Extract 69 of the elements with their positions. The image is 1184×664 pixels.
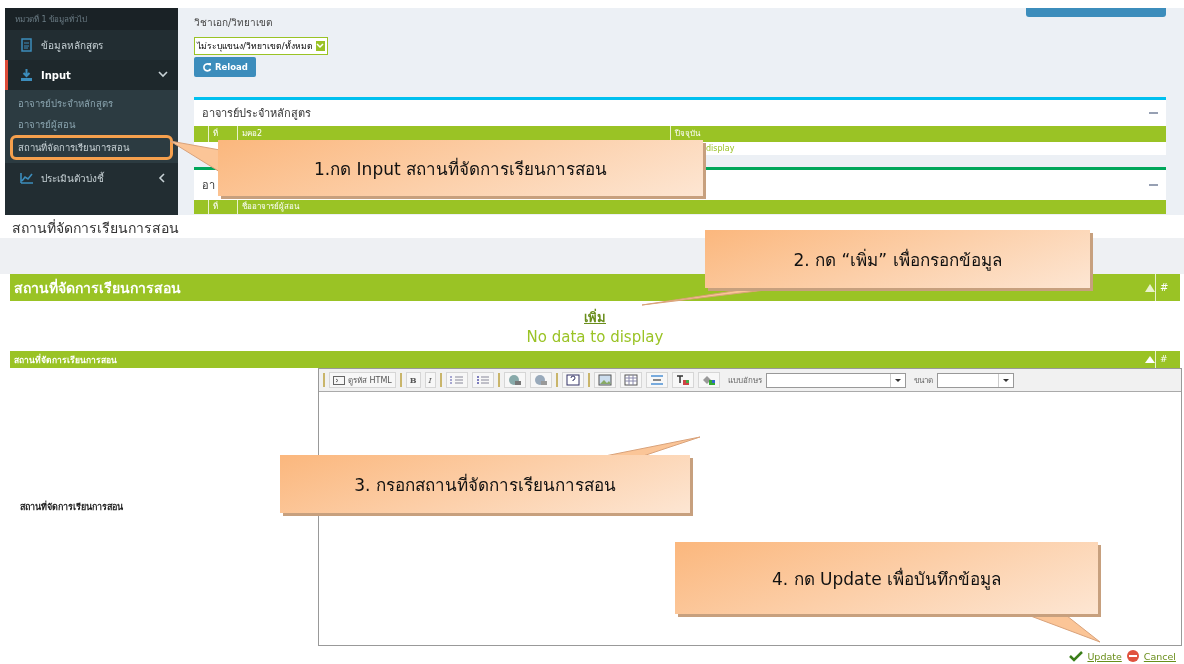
bullet-list-button[interactable]: [471, 372, 494, 388]
bold-button[interactable]: B: [405, 372, 421, 388]
numbered-list-icon: [449, 374, 464, 386]
download-icon: [20, 68, 33, 82]
sort-icon: [1145, 283, 1155, 292]
font-dropdown[interactable]: [765, 372, 906, 388]
size-dropdown[interactable]: [936, 372, 1014, 388]
panel-title: อาจารย์ประจำหลักสูตร: [202, 106, 311, 122]
sidebar-item[interactable]: ข้อมูลหลักสูตร: [5, 30, 178, 60]
section-label: หมวดที่ 1 ข้อมูลทั่วไป: [5, 8, 178, 30]
update-link[interactable]: Update: [1087, 650, 1122, 662]
help-icon: [565, 374, 580, 386]
callout: 4. กด Update เพื่อบันทึกข้อมูล: [675, 542, 1098, 614]
item-label: ข้อมูลหลักสูตร: [41, 38, 104, 53]
item-label: ประเมินตัวบ่งชี้: [41, 170, 105, 186]
text-color-icon: [675, 374, 690, 386]
empty-message: No data to display: [526, 328, 664, 346]
cancel-icon: [1125, 649, 1140, 663]
checkmark-icon: [1069, 650, 1084, 662]
table-icon: [623, 374, 638, 386]
numbered-list-button[interactable]: [445, 372, 468, 388]
code-icon: [333, 374, 345, 386]
refresh-icon: [202, 62, 212, 72]
submenu-item[interactable]: สถานที่จัดการเรียนการสอน: [10, 135, 173, 160]
sidebar-item[interactable]: ประเมินตัวบ่งชี้: [5, 163, 178, 193]
document-icon: [20, 38, 33, 52]
caret-icon: [1002, 378, 1009, 382]
cancel-link[interactable]: Cancel: [1143, 650, 1176, 662]
help-button[interactable]: [561, 372, 584, 388]
line-chart-icon: [20, 171, 33, 185]
highlight-color-button[interactable]: [697, 372, 720, 388]
subtitle: วิชาเอก/วิทยาเขต: [194, 17, 274, 29]
font-label: แบบอักษร: [727, 374, 762, 387]
globe-unlink-button[interactable]: [529, 372, 552, 388]
bullet-list-icon: [475, 374, 490, 386]
italic-button[interactable]: I: [424, 372, 436, 388]
sort-icon: [1145, 356, 1155, 363]
view-html-button[interactable]: ดูรหัส HTML: [329, 372, 396, 388]
panel-title: อา: [202, 178, 215, 194]
callout: 2. กด “เพิ่ม” เพื่อกรอกข้อมูล: [705, 230, 1090, 288]
column-header: #: [1155, 274, 1180, 301]
column-header: #: [1155, 351, 1180, 368]
reload-button[interactable]: Reload: [194, 57, 256, 77]
table-button[interactable]: [619, 372, 642, 388]
chevron-down-icon: [158, 70, 168, 80]
caret-icon: [316, 43, 325, 49]
text-color-button[interactable]: [671, 372, 694, 388]
callout: 3. กรอกสถานที่จัดการเรียนการสอน: [280, 455, 690, 513]
add-link[interactable]: เพิ่ม: [584, 307, 606, 328]
highlight-color-icon: [701, 374, 716, 386]
callout: 1.กด Input สถานที่จัดการเรียนการสอน: [218, 140, 703, 196]
image-icon: [597, 374, 612, 386]
item-label: Input: [41, 69, 72, 81]
image-button[interactable]: [593, 372, 616, 388]
size-label: ขนาด: [913, 374, 933, 387]
horizontal-rule-icon: [649, 374, 664, 386]
globe-unlink-icon: [533, 374, 548, 386]
globe-link-icon: [507, 374, 522, 386]
horizontal-rule-button[interactable]: [645, 372, 668, 388]
callout-pointer: [169, 140, 221, 173]
submenu-item[interactable]: อาจารย์ประจำหลักสูตร: [10, 93, 173, 114]
submenu-item[interactable]: อาจารย์ผู้สอน: [10, 114, 173, 135]
sidebar-item[interactable]: Input: [5, 60, 178, 90]
globe-link-button[interactable]: [503, 372, 526, 388]
chevron-left-icon: [158, 173, 168, 183]
field-label: สถานที่จัดการเรียนการสอน: [19, 499, 124, 514]
filter-dropdown[interactable]: ไม่ระบุแขนง/วิทยาเขต/ทั้งหมด: [194, 37, 328, 55]
caret-icon: [894, 378, 901, 382]
empty-message: display: [705, 143, 736, 155]
